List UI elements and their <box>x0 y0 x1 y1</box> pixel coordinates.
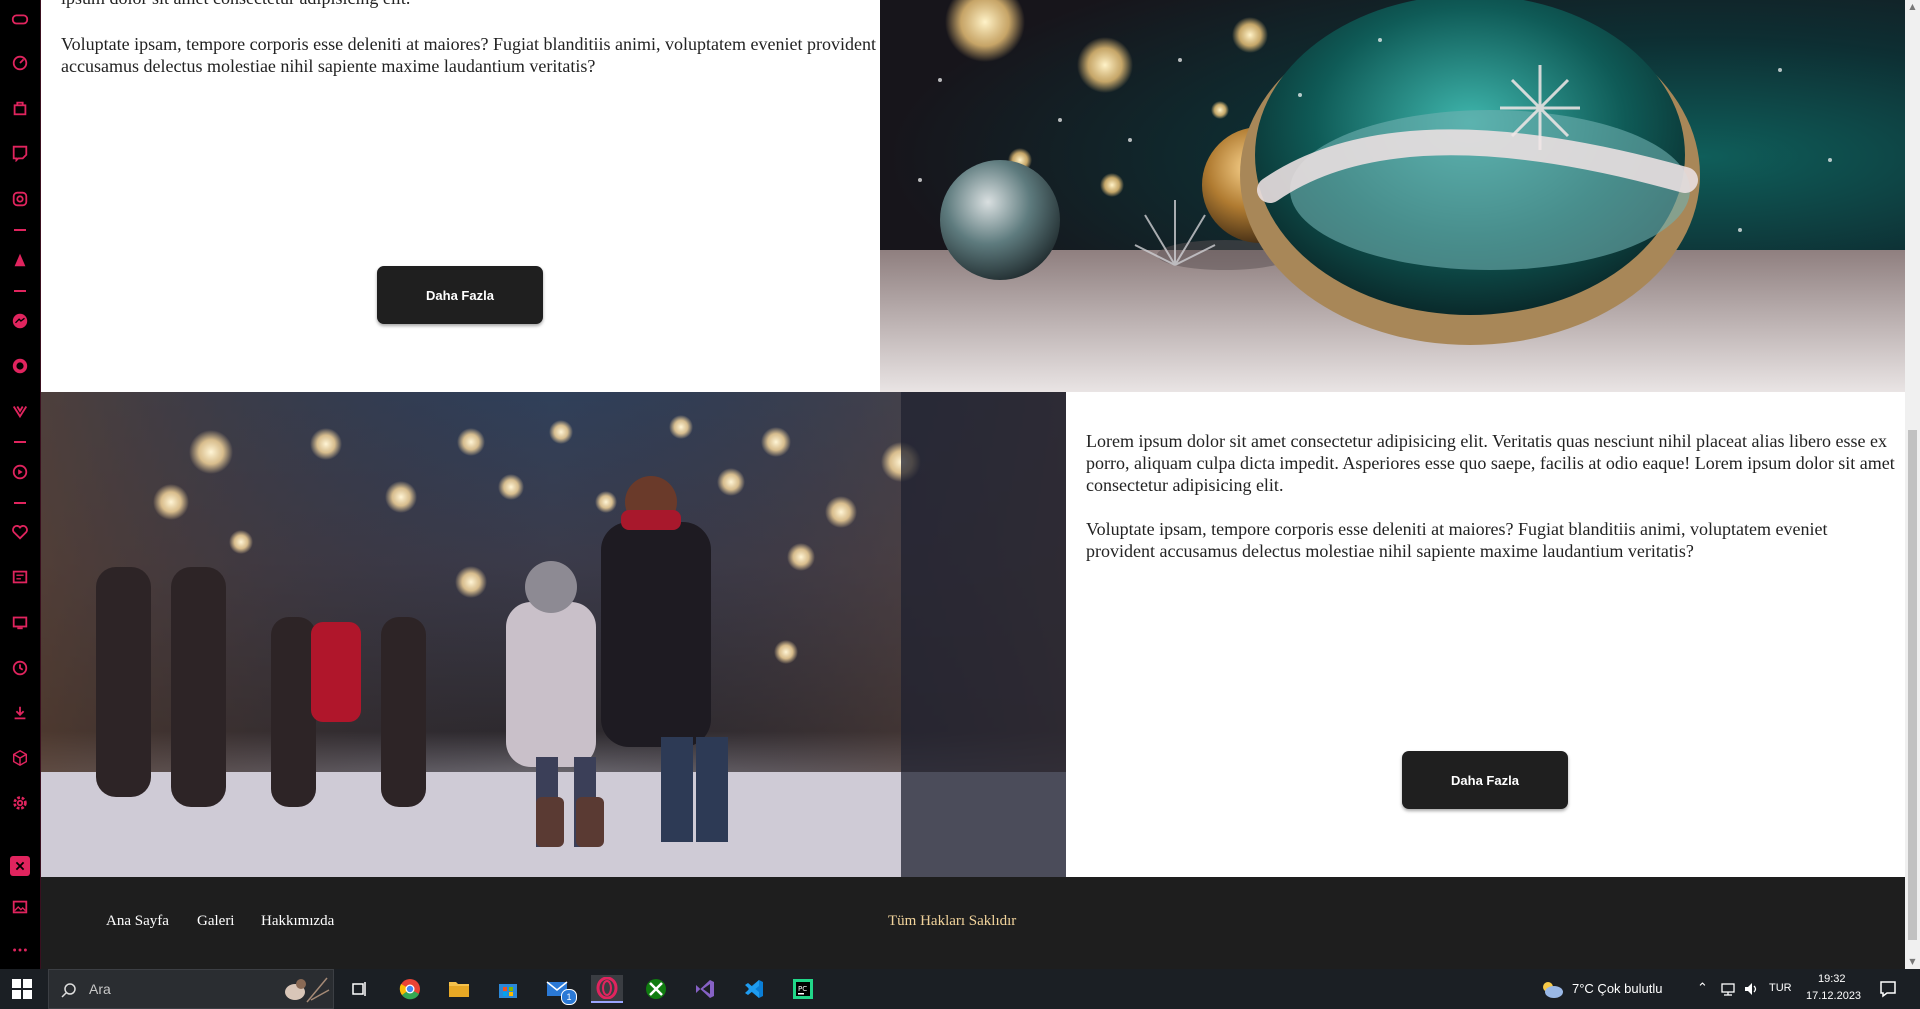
store-icon[interactable] <box>492 975 524 1003</box>
news-icon[interactable] <box>10 567 30 587</box>
tabs-icon[interactable] <box>10 612 30 632</box>
section2-text: Lorem ipsum dolor sit amet consectetur a… <box>1066 392 1905 877</box>
scroll-thumb[interactable] <box>1908 430 1917 940</box>
page-scrollbar[interactable]: ▲ ▼ <box>1905 0 1920 969</box>
more-button[interactable]: Daha Fazla <box>377 266 543 324</box>
chevron-up-icon[interactable]: ⌃ <box>1697 980 1708 996</box>
windows-taskbar: Ara 1 PC 7°C Çok bulutlu ⌃ TUR 19:32 17.… <box>0 969 1920 1009</box>
sidebar-separator <box>14 290 26 292</box>
whatsapp-icon[interactable] <box>10 356 30 376</box>
volume-icon[interactable] <box>1743 981 1759 997</box>
chrome-icon[interactable] <box>394 975 426 1003</box>
vk-icon[interactable] <box>10 401 30 421</box>
heart-icon[interactable] <box>10 522 30 542</box>
search-highlight-bird-icon <box>285 977 330 1003</box>
sidebar-separator <box>14 441 26 443</box>
mail-icon[interactable]: 1 <box>542 975 577 1005</box>
page-content: ipsum dolor sit amet consectetur adipisi… <box>41 0 1905 969</box>
more-icon[interactable] <box>10 940 30 960</box>
street-illustration <box>41 392 1066 877</box>
notification-icon[interactable] <box>1878 979 1898 999</box>
settings-icon[interactable] <box>10 793 30 813</box>
twitch-icon[interactable] <box>10 143 30 163</box>
messenger-icon[interactable] <box>10 311 30 331</box>
section1-paragraph1: ipsum dolor sit amet consectetur adipisi… <box>61 0 861 9</box>
section1-text: ipsum dolor sit amet consectetur adipisi… <box>41 0 880 392</box>
speedometer-icon[interactable] <box>10 53 30 73</box>
history-icon[interactable] <box>10 658 30 678</box>
section2-paragraph2: Voluptate ipsam, tempore corporis esse d… <box>1086 519 1828 561</box>
gamepad-icon[interactable] <box>10 9 30 29</box>
more-button[interactable]: Daha Fazla <box>1402 751 1568 809</box>
clock-date[interactable]: 17.12.2023 <box>1806 990 1861 1002</box>
gallery-icon[interactable] <box>10 897 30 917</box>
vscode-icon[interactable] <box>738 975 770 1003</box>
network-icon[interactable] <box>1720 981 1736 997</box>
visual-studio-icon[interactable] <box>689 975 721 1003</box>
browser-sidebar <box>0 0 41 969</box>
download-icon[interactable] <box>10 703 30 723</box>
sidebar-separator <box>14 502 26 504</box>
cube-icon[interactable] <box>10 748 30 768</box>
search-placeholder: Ara <box>89 981 111 997</box>
mail-badge: 1 <box>561 989 577 1005</box>
taskbar-search[interactable]: Ara <box>48 969 334 1009</box>
site-footer: Ana Sayfa Galeri Hakkımızda Tüm Hakları … <box>41 877 1905 969</box>
svg-text:PC: PC <box>798 985 807 993</box>
scroll-down-arrow-icon[interactable]: ▼ <box>1908 957 1917 967</box>
language-indicator[interactable]: TUR <box>1769 982 1792 994</box>
aria-icon[interactable] <box>10 250 30 270</box>
christmas-ornament-image <box>880 0 1905 392</box>
footer-link-about[interactable]: Hakkımızda <box>261 913 334 930</box>
player-icon[interactable] <box>10 462 30 482</box>
pinboard-icon[interactable] <box>10 856 30 876</box>
ornament-illustration <box>880 0 1905 392</box>
section1-paragraph2: Voluptate ipsam, tempore corporis esse d… <box>61 34 876 76</box>
task-view-icon[interactable] <box>344 975 376 1003</box>
scroll-up-arrow-icon[interactable]: ▲ <box>1908 2 1917 12</box>
shopping-bag-icon[interactable] <box>10 98 30 118</box>
weather-cloud-icon[interactable] <box>1540 977 1564 1001</box>
pycharm-icon[interactable]: PC <box>787 975 819 1003</box>
christmas-street-image <box>41 392 1066 877</box>
instagram-icon[interactable] <box>10 189 30 209</box>
xbox-icon[interactable] <box>640 975 672 1003</box>
windows-start-icon[interactable] <box>12 979 32 999</box>
footer-link-home[interactable]: Ana Sayfa <box>106 913 169 930</box>
file-explorer-icon[interactable] <box>443 975 475 1003</box>
search-icon <box>61 983 76 998</box>
footer-link-gallery[interactable]: Galeri <box>197 913 234 930</box>
opera-icon[interactable] <box>591 975 623 1003</box>
sidebar-separator <box>14 229 26 231</box>
clock-time[interactable]: 19:32 <box>1818 973 1846 985</box>
section2-paragraph1: Lorem ipsum dolor sit amet consectetur a… <box>1086 431 1895 495</box>
copyright-text: Tüm Hakları Saklıdır <box>888 913 1017 929</box>
weather-text[interactable]: 7°C Çok bulutlu <box>1572 981 1662 996</box>
